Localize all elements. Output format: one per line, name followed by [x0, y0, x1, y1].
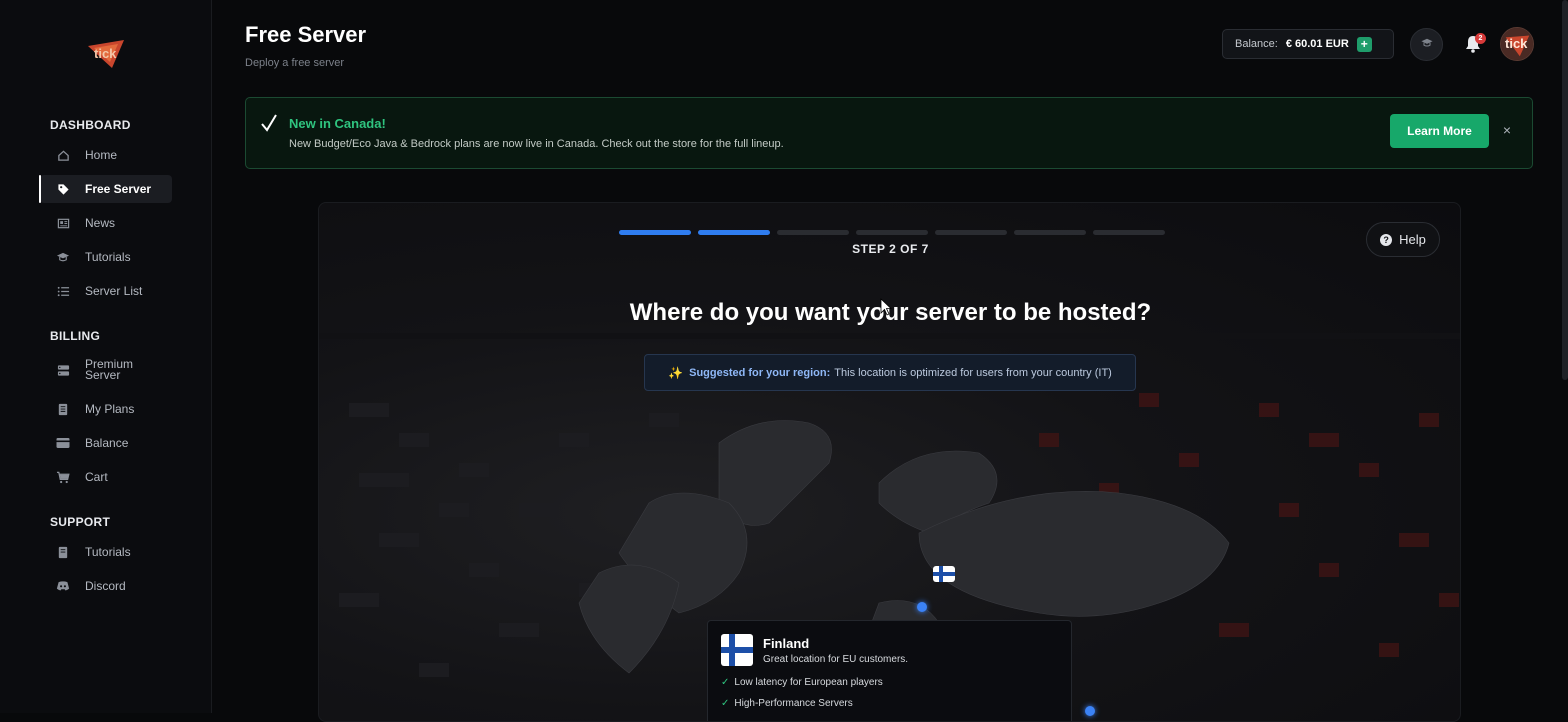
list-icon [56, 284, 70, 298]
location-wizard: STEP 2 OF 7 ? Help Where do you want you… [318, 202, 1461, 722]
region-suggestion: ✨ Suggested for your region: This locati… [644, 354, 1136, 391]
sidebar-item-free-server[interactable]: Free Server [39, 175, 172, 203]
server-icon [56, 363, 70, 377]
close-icon[interactable]: × [1500, 123, 1514, 137]
sidebar-item-label: Home [85, 148, 118, 162]
tick-logo[interactable]: tick [84, 36, 128, 72]
question-icon: ? [1380, 233, 1393, 246]
svg-text:tick: tick [94, 46, 117, 61]
document-icon [56, 402, 70, 416]
step-label: STEP 2 OF 7 [852, 242, 929, 256]
sidebar-item-support-tutorials[interactable]: Tutorials [40, 538, 172, 566]
balance-label: Balance: [1235, 38, 1278, 50]
book-icon [56, 545, 70, 559]
sidebar-item-tutorials[interactable]: Tutorials [40, 243, 172, 271]
sidebar-item-label: News [85, 216, 116, 230]
suggestion-title: Suggested for your region: [689, 366, 831, 379]
tag-icon [56, 182, 70, 196]
notification-badge: 2 [1475, 33, 1486, 44]
sidebar-item-label: My Plans [85, 402, 135, 416]
step-segment [1014, 230, 1086, 235]
balance-value: € 60.01 EUR [1285, 38, 1349, 50]
sidebar-item-label: Server List [85, 284, 143, 298]
help-button[interactable]: ? Help [1366, 222, 1440, 257]
check-icon: ✓ [721, 698, 730, 709]
sidebar-item-discord[interactable]: Discord [40, 572, 172, 600]
progress-steps [619, 230, 1165, 235]
feature-text: High-Performance Servers [734, 698, 853, 709]
avatar[interactable]: tick [1500, 27, 1534, 61]
finland-map-pin[interactable] [933, 566, 955, 582]
sidebar-item-server-list[interactable]: Server List [40, 277, 172, 305]
cart-icon [56, 470, 70, 484]
location-card[interactable]: Finland Great location for EU customers.… [707, 620, 1072, 721]
sidebar-item-label: Tutorials [85, 250, 131, 264]
step-segment [935, 230, 1007, 235]
checkmark-icon [260, 113, 278, 133]
page-subtitle: Deploy a free server [245, 57, 345, 69]
banner-title: New in Canada! [289, 116, 386, 131]
section-support: SUPPORT [50, 515, 111, 529]
page-scrollbar[interactable] [1562, 0, 1568, 380]
step-segment [856, 230, 928, 235]
sidebar-item-premium-server[interactable]: Premium Server [40, 355, 172, 385]
sidebar-item-label: Balance [85, 436, 129, 450]
tutorials-button[interactable] [1410, 28, 1443, 61]
page-title: Free Server [245, 22, 367, 47]
step-segment [619, 230, 691, 235]
suggestion-text: This location is optimized for users fro… [834, 366, 1112, 379]
help-label: Help [1399, 232, 1426, 247]
location-marker[interactable] [917, 602, 927, 612]
location-name: Finland [763, 636, 810, 651]
learn-more-button[interactable]: Learn More [1390, 114, 1489, 148]
sidebar-item-news[interactable]: News [40, 209, 172, 237]
section-dashboard: DASHBOARD [50, 118, 131, 132]
location-marker[interactable] [1085, 706, 1095, 716]
balance-widget: Balance: € 60.01 EUR + [1222, 29, 1394, 59]
location-feature: ✓ High-Performance Servers [721, 698, 853, 709]
announcement-banner: New in Canada! New Budget/Eco Java & Bed… [245, 97, 1533, 169]
sidebar-item-my-plans[interactable]: My Plans [40, 395, 172, 423]
check-icon: ✓ [721, 677, 730, 688]
sidebar-item-label: Premium Server [85, 357, 134, 382]
sidebar-item-balance[interactable]: Balance [40, 429, 172, 457]
home-icon [56, 148, 70, 162]
step-segment [777, 230, 849, 235]
step-segment [1093, 230, 1165, 235]
sidebar: tick DASHBOARD Home Free Server News Tut… [0, 0, 212, 713]
sidebar-item-label: Cart [85, 470, 108, 484]
graduation-cap-icon [1420, 36, 1434, 54]
banner-text: New Budget/Eco Java & Bedrock plans are … [289, 138, 784, 150]
graduation-cap-icon [56, 250, 70, 264]
location-description: Great location for EU customers. [763, 654, 909, 665]
wallet-icon [56, 436, 70, 450]
discord-icon [56, 579, 70, 593]
sidebar-item-cart[interactable]: Cart [40, 463, 172, 491]
sidebar-item-label: Free Server [85, 182, 152, 196]
avatar-text: tick [1505, 36, 1528, 51]
sidebar-item-home[interactable]: Home [40, 141, 172, 169]
mouse-cursor-icon [880, 298, 894, 318]
sparkles-icon: ✨ [668, 365, 684, 380]
finland-flag-icon [721, 634, 753, 666]
step-segment [698, 230, 770, 235]
feature-text: Low latency for European players [734, 677, 883, 688]
add-balance-button[interactable]: + [1356, 36, 1372, 52]
sidebar-item-label: Discord [85, 579, 126, 593]
location-feature: ✓ Low latency for European players [721, 677, 883, 688]
sidebar-item-label: Tutorials [85, 545, 131, 559]
section-billing: BILLING [50, 329, 101, 343]
newspaper-icon [56, 216, 70, 230]
